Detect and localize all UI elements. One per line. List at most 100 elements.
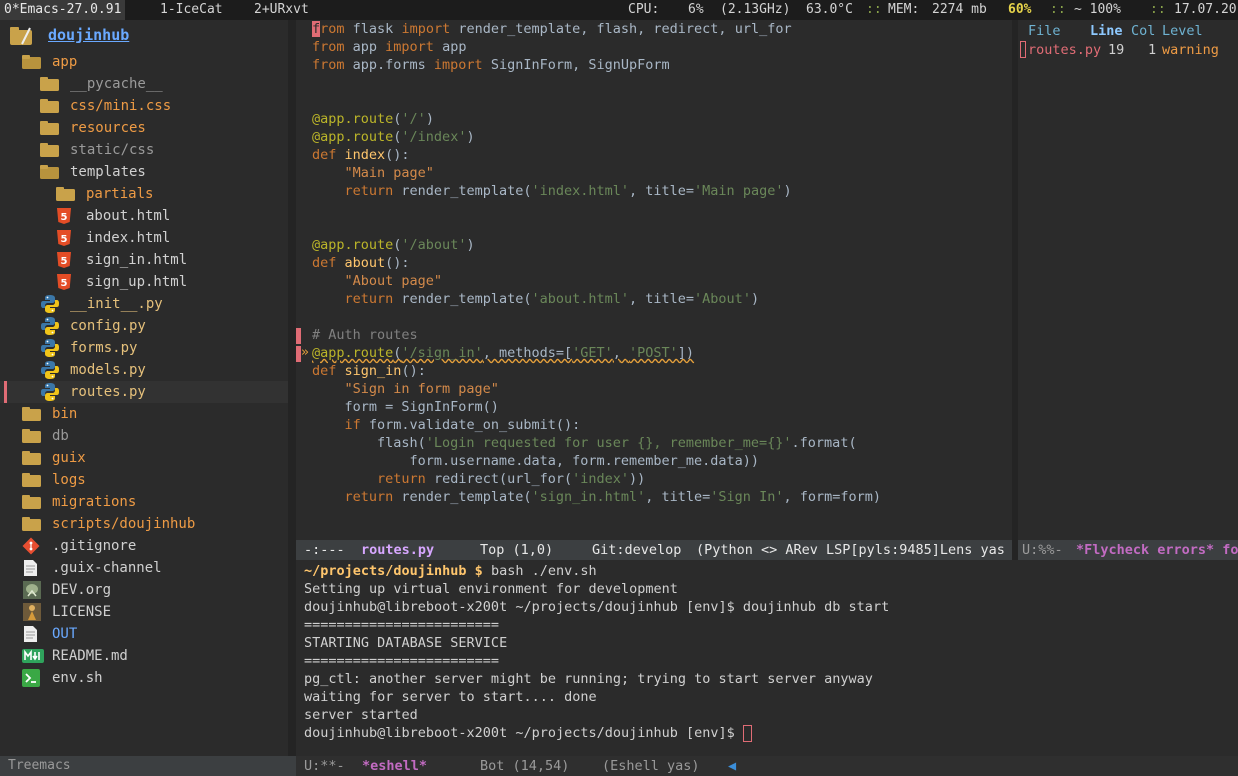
folder-icon	[40, 142, 60, 158]
code-token: f	[312, 21, 321, 37]
code-line[interactable]: @app.route('/index')	[312, 128, 475, 146]
code-line[interactable]: "Main page"	[312, 164, 434, 182]
tree-item[interactable]: app	[0, 51, 288, 73]
tree-item-label: static/css	[70, 142, 155, 158]
modeline-status: U:**-	[304, 758, 345, 774]
code-line[interactable]: "About page"	[312, 272, 443, 290]
tree-item[interactable]: models.py	[0, 359, 288, 381]
code-token: form.validate_on_submit():	[360, 417, 581, 433]
modeline-vc-branch[interactable]: Git:develop	[592, 540, 681, 560]
code-line[interactable]: @app.route('/')	[312, 110, 434, 128]
tree-item[interactable]: static/css	[0, 139, 288, 161]
modeline-buffer-name[interactable]: *Flycheck errors* fo	[1076, 540, 1238, 560]
code-line[interactable]: form.username.data, form.remember_me.dat…	[312, 452, 760, 470]
tree-item[interactable]: 5 sign_up.html	[0, 271, 288, 293]
code-line[interactable]: def index():	[312, 146, 410, 164]
modeline-buffer-name[interactable]: *eshell*	[362, 756, 427, 776]
tree-item[interactable]: config.py	[0, 315, 288, 337]
tree-item-label: .gitignore	[52, 538, 137, 554]
tree-item[interactable]: .guix-channel	[0, 557, 288, 579]
workspace-0[interactable]: 0*Emacs-27.0.91	[0, 0, 126, 20]
tree-item-label: sign_up.html	[86, 274, 188, 290]
code-line[interactable]: "Sign in form page"	[312, 380, 499, 398]
tree-item[interactable]: resources	[0, 117, 288, 139]
tree-item[interactable]: 5 sign_in.html	[0, 249, 288, 271]
tree-item[interactable]: __pycache__	[0, 73, 288, 95]
svg-text:5: 5	[61, 278, 68, 289]
tree-item[interactable]: db	[0, 425, 288, 447]
tree-item[interactable]: scripts/doujinhub	[0, 513, 288, 535]
flycheck-modeline: U:%%- *Flycheck errors* fo	[1018, 540, 1238, 560]
code-line[interactable]: from app import app	[312, 38, 466, 56]
tree-item[interactable]: 5 index.html	[0, 227, 288, 249]
code-line[interactable]: def sign_in():	[312, 362, 426, 380]
tree-item[interactable]: .gitignore	[0, 535, 288, 557]
code-line[interactable]: return render_template('about.html', tit…	[312, 290, 760, 308]
project-root-label: doujinhub	[48, 26, 130, 44]
code-editor[interactable]: » from flask import render_template, fla…	[296, 20, 1012, 540]
code-line[interactable]: @app.route('/about')	[312, 236, 475, 254]
code-line[interactable]: from app.forms import SignInForm, SignUp…	[312, 56, 670, 74]
tree-item[interactable]: OUT	[0, 623, 288, 645]
code-line[interactable]: if form.validate_on_submit():	[312, 416, 581, 434]
project-root[interactable]: doujinhub	[0, 24, 288, 46]
window-divider[interactable]	[288, 20, 296, 756]
folder-icon	[40, 120, 60, 136]
eshell-terminal[interactable]: ~/projects/doujinhub $ bash ./env.sh Sett…	[296, 560, 1238, 756]
code-token: flash(	[312, 435, 426, 451]
tree-item[interactable]: bin	[0, 403, 288, 425]
tree-item[interactable]: forms.py	[0, 337, 288, 359]
code-line[interactable]: @app.route('/sign_in', methods=['GET', '…	[312, 344, 694, 362]
code-line[interactable]: return render_template('index.html', tit…	[312, 182, 792, 200]
org-icon	[22, 580, 42, 600]
tree-item[interactable]: 5 about.html	[0, 205, 288, 227]
code-line[interactable]: from flask import render_template, flash…	[312, 20, 792, 38]
code-line[interactable]: # Auth routes	[312, 326, 418, 344]
diff-gutter-mark	[296, 328, 301, 344]
code-token: index	[344, 147, 386, 163]
tree-item[interactable]: DEV.org	[0, 579, 288, 601]
battery-value: 60%	[1008, 2, 1032, 17]
code-token: '/sign_in'	[401, 345, 483, 361]
editor-modeline: -:--- routes.py Top (1,0) Git:develop (P…	[296, 540, 1012, 560]
code-token: 'GET'	[572, 345, 613, 361]
code-line[interactable]: flash('Login requested for user {}, reme…	[312, 434, 857, 452]
code-line[interactable]: return render_template('sign_in.html', t…	[312, 488, 881, 506]
selection-marker	[4, 381, 7, 403]
tree-item[interactable]: logs	[0, 469, 288, 491]
tree-item[interactable]: routes.py	[0, 381, 288, 403]
modeline-modes[interactable]: (Python <> ARev LSP[pyls:9485]Lens yas	[696, 540, 1005, 560]
tree-item[interactable]: migrations	[0, 491, 288, 513]
tree-item[interactable]: __init__.py	[0, 293, 288, 315]
tree-item[interactable]: LICENSE	[0, 601, 288, 623]
text-cursor[interactable]	[742, 724, 752, 742]
python-icon	[40, 338, 60, 358]
code-token: 'about.html'	[531, 291, 630, 307]
tree-item[interactable]: guix	[0, 447, 288, 469]
code-line[interactable]: return redirect(url_for('index'))	[312, 470, 645, 488]
tree-item[interactable]: templates	[0, 161, 288, 183]
workspace-2[interactable]: 2+URxvt	[250, 0, 313, 20]
html5-icon: 5	[56, 207, 74, 225]
tree-item[interactable]: partials	[0, 183, 288, 205]
flycheck-error-row[interactable]: routes.py 19 1 warning	[1018, 20, 1238, 60]
workspace-1[interactable]: 1-IceCat	[156, 0, 227, 20]
folder-open-icon	[40, 164, 60, 180]
modeline-modes[interactable]: (Eshell yas)	[602, 756, 700, 776]
modeline-buffer-name[interactable]: routes.py	[361, 540, 434, 560]
code-token: render_template(	[393, 291, 532, 307]
document-icon	[22, 625, 40, 643]
shell-output-line: ========================	[304, 616, 499, 634]
tree-item[interactable]: css/mini.css	[0, 95, 288, 117]
code-line[interactable]: def about():	[312, 254, 410, 272]
tree-item[interactable]: env.sh	[0, 667, 288, 689]
code-token: ():	[401, 363, 426, 379]
html5-icon: 5	[56, 273, 74, 291]
code-line[interactable]: form = SignInForm()	[312, 398, 499, 416]
folder-icon	[22, 516, 42, 532]
tree-item[interactable]: README.md	[0, 645, 288, 667]
code-token: render_template(	[393, 183, 532, 199]
shell-text: ========================	[304, 653, 500, 669]
